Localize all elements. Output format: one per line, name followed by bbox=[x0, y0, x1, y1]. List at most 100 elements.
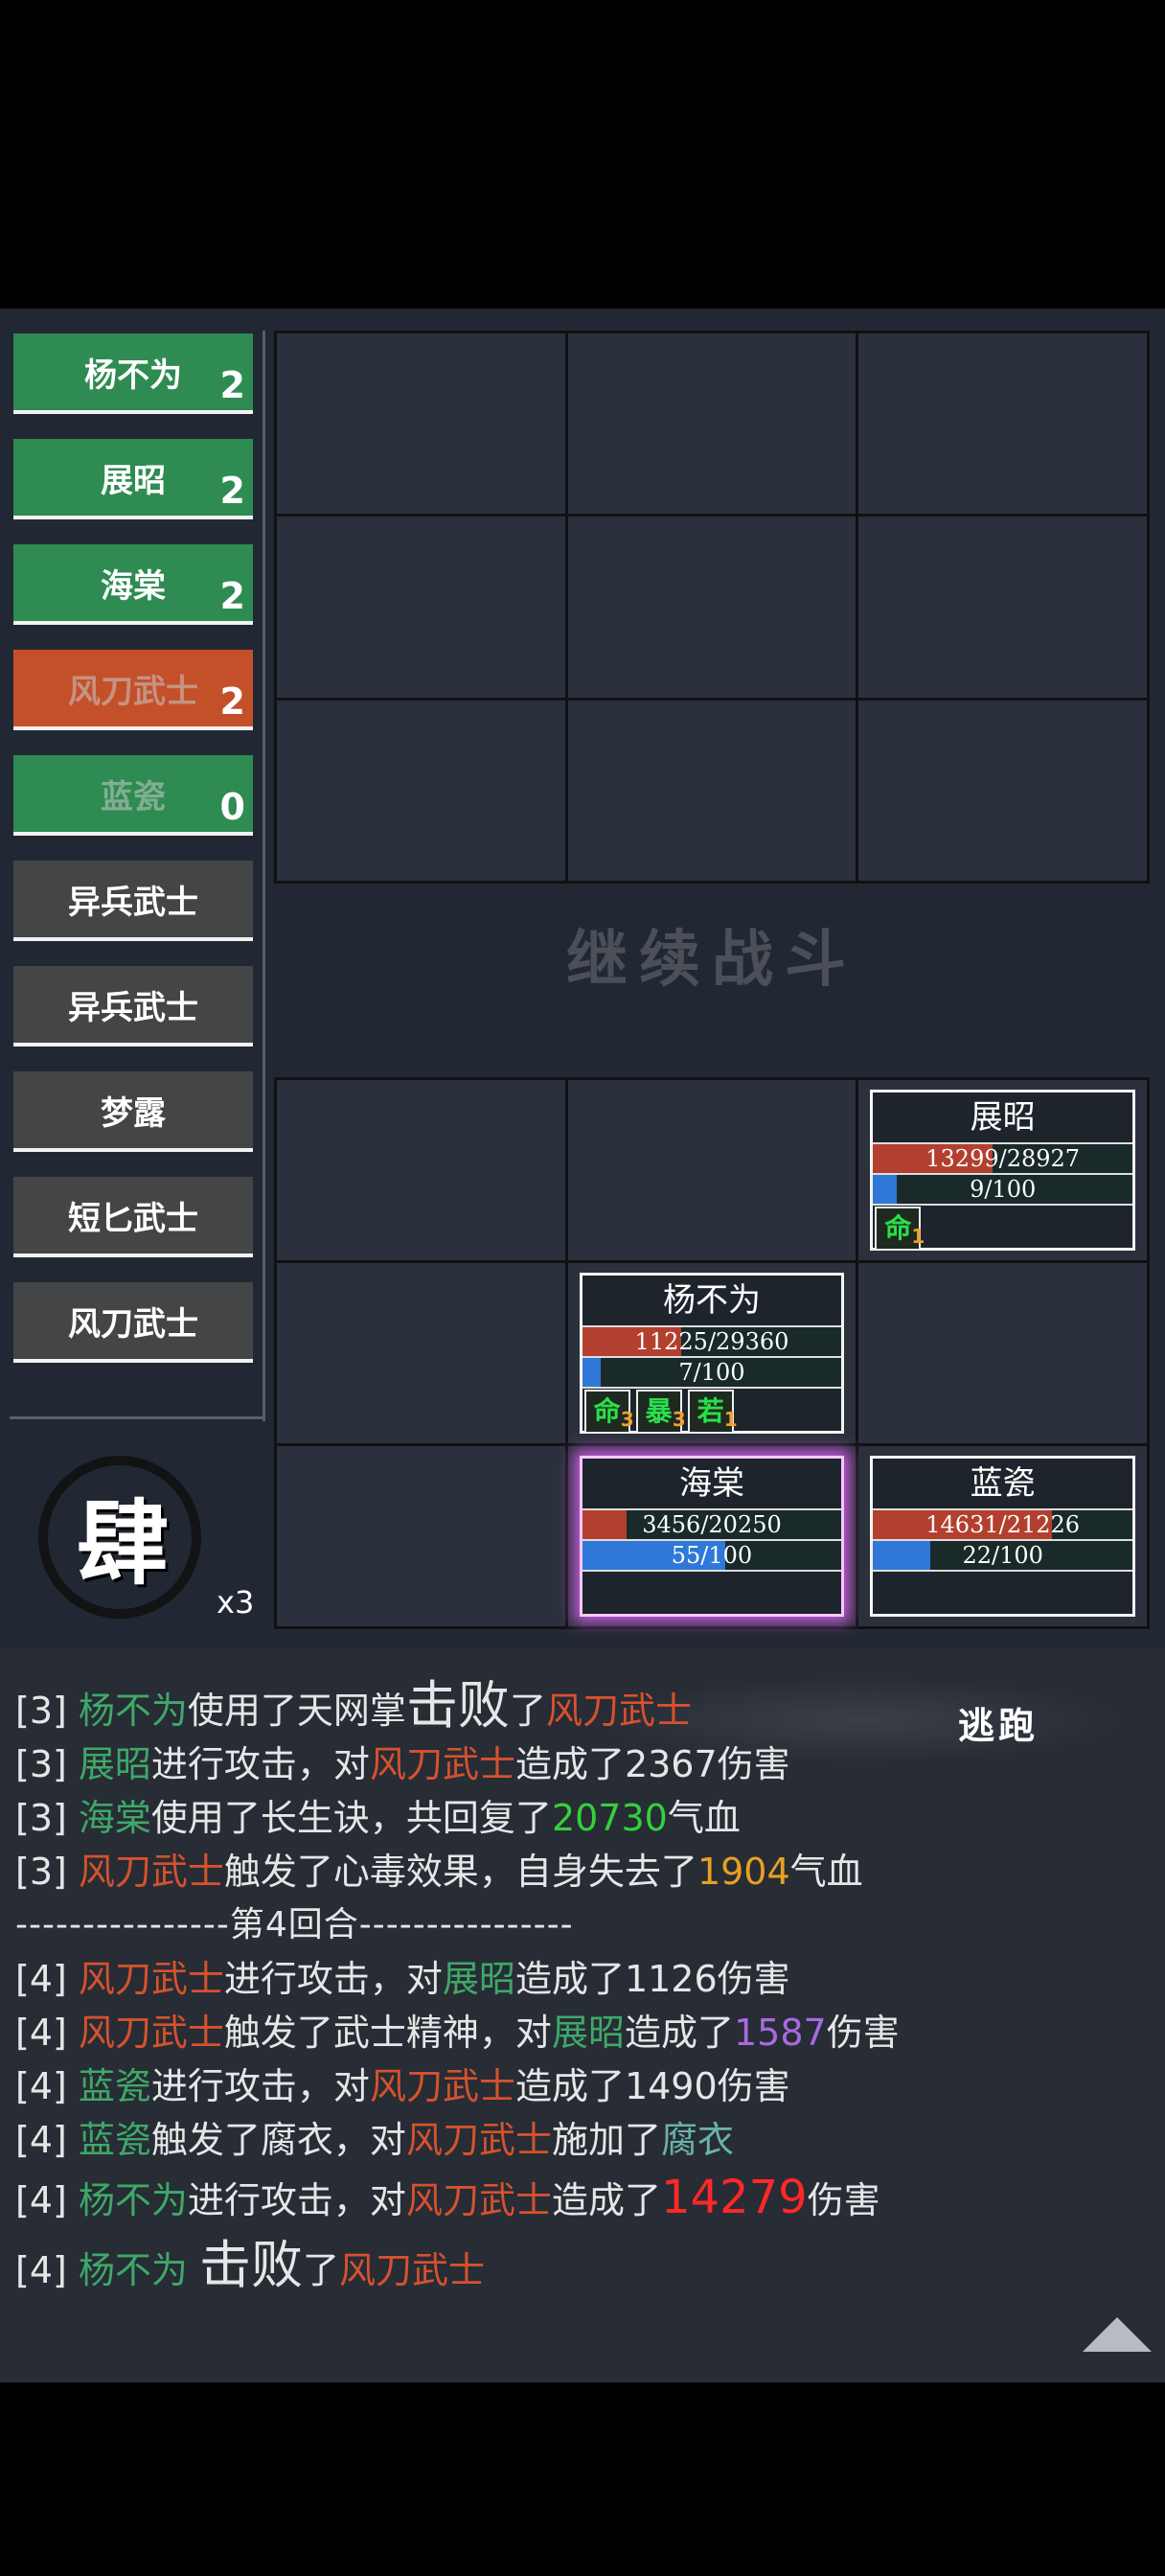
buff-icon[interactable]: 命3 bbox=[583, 1390, 634, 1434]
enemy-grid-cell[interactable] bbox=[277, 334, 565, 515]
log-segment: ----------------第4回合---------------- bbox=[15, 1905, 574, 1944]
log-segment: [4] bbox=[15, 2119, 79, 2161]
buff-stack: 3 bbox=[672, 1408, 686, 1431]
turn-order-item[interactable]: 异兵武士 bbox=[13, 966, 253, 1046]
turn-order-item[interactable]: 梦露 bbox=[13, 1071, 253, 1152]
ally-grid-cell[interactable] bbox=[277, 1263, 565, 1443]
log-segment: 进行攻击，对 bbox=[223, 1958, 443, 2000]
buff-row: 命1 bbox=[873, 1206, 1132, 1252]
log-line: [3] 海棠使用了长生诀，共回复了20730气血 bbox=[15, 1791, 1146, 1845]
turn-order-item[interactable]: 风刀武士 2 bbox=[13, 650, 253, 730]
log-segment: 触发了武士精神，对 bbox=[223, 2012, 552, 2054]
log-segment: [4] bbox=[15, 2012, 79, 2054]
log-segment: 使用了天网掌 bbox=[187, 1690, 406, 1732]
log-line: [4] 风刀武士触发了武士精神，对展昭造成了1587伤害 bbox=[15, 2006, 1146, 2059]
energy-bar: 22/100 bbox=[873, 1541, 1132, 1572]
log-segment: 进行攻击，对 bbox=[150, 1743, 370, 1785]
buff-label: 命 bbox=[593, 1395, 621, 1427]
turn-order-count: 0 bbox=[219, 786, 245, 828]
buff-stack: 3 bbox=[620, 1408, 634, 1431]
unit-card[interactable]: 杨不为 11225/29360 7/100 命 3 暴 3 若 1 bbox=[579, 1273, 845, 1435]
buff-icon[interactable]: 命1 bbox=[875, 1207, 925, 1251]
enemy-grid-cell[interactable] bbox=[858, 517, 1147, 698]
enemy-grid bbox=[274, 331, 1150, 884]
log-segment: 风刀武士 bbox=[369, 1743, 515, 1785]
turn-order-name: 异兵武士 bbox=[68, 883, 198, 922]
log-segment: 进行攻击，对 bbox=[150, 2065, 370, 2107]
buff-icon[interactable]: 暴3 bbox=[635, 1390, 686, 1434]
log-segment: 杨不为 bbox=[78, 1690, 188, 1732]
enemy-grid-cell[interactable] bbox=[277, 700, 565, 881]
log-segment: 造成了2367伤害 bbox=[514, 1743, 790, 1785]
enemy-grid-cell[interactable] bbox=[277, 517, 565, 698]
buff-row: 命3暴3若1 bbox=[582, 1389, 842, 1435]
log-segment: [4] bbox=[15, 2249, 79, 2291]
log-line: [3] 展昭进行攻击，对风刀武士造成了2367伤害 bbox=[15, 1737, 1146, 1791]
log-segment: [3] bbox=[15, 1690, 79, 1732]
health-text: 11225/29360 bbox=[634, 1328, 789, 1355]
enemy-grid-cell[interactable] bbox=[567, 700, 857, 881]
health-text: 13299/28927 bbox=[925, 1145, 1081, 1172]
log-segment: 风刀武士 bbox=[369, 2065, 515, 2107]
ally-grid-cell[interactable]: 海棠 3456/20250 55/100 bbox=[567, 1446, 857, 1626]
turn-order-name: 异兵武士 bbox=[68, 988, 198, 1027]
ally-grid-cell[interactable]: 杨不为 11225/29360 7/100 命 3 暴 3 若 1 bbox=[567, 1263, 857, 1443]
turn-order-name: 杨不为 bbox=[84, 356, 182, 395]
turn-order-name: 蓝瓷 bbox=[101, 777, 166, 816]
enemy-grid-cell[interactable] bbox=[858, 700, 1147, 881]
turn-order-item[interactable]: 风刀武士 bbox=[13, 1282, 253, 1363]
turn-order-name: 风刀武士 bbox=[68, 1304, 198, 1344]
buff-stack: 1 bbox=[911, 1225, 925, 1248]
ally-grid-cell[interactable] bbox=[277, 1446, 565, 1626]
turn-order-item[interactable]: 杨不为 2 bbox=[13, 334, 253, 414]
log-line: [4] 蓝瓷触发了腐衣，对风刀武士施加了腐衣 bbox=[15, 2113, 1146, 2167]
log-segment: 击败 bbox=[405, 1675, 510, 1736]
buff-icon[interactable]: 若1 bbox=[687, 1390, 738, 1434]
log-segment: 造成了 bbox=[551, 2179, 661, 2221]
log-line: [4] 蓝瓷进行攻击，对风刀武士造成了1490伤害 bbox=[15, 2059, 1146, 2113]
ally-grid-cell[interactable]: 展昭 13299/28927 9/100 命 1 bbox=[858, 1080, 1147, 1260]
turn-order-item[interactable]: 短匕武士 bbox=[13, 1177, 253, 1257]
ally-grid-cell[interactable] bbox=[858, 1263, 1147, 1443]
skill-badge[interactable]: 肆 x3 bbox=[15, 1433, 254, 1642]
turn-order-name: 风刀武士 bbox=[68, 672, 198, 711]
continue-battle-label[interactable]: 继续战斗 bbox=[274, 910, 1150, 999]
buff-stack: 1 bbox=[723, 1408, 738, 1431]
unit-card[interactable]: 展昭 13299/28927 9/100 命 1 bbox=[870, 1090, 1135, 1251]
buff-label: 暴 bbox=[645, 1395, 673, 1427]
ally-grid: 展昭 13299/28927 9/100 命 1 杨不为 11225/29360 7/100 命… bbox=[274, 1077, 1150, 1629]
turn-order-item[interactable]: 蓝瓷 0 bbox=[13, 755, 253, 836]
turn-order-count: 2 bbox=[219, 364, 245, 406]
log-segment: 杨不为 bbox=[78, 2179, 188, 2221]
log-segment: 蓝瓷 bbox=[78, 2119, 151, 2161]
log-segment: [3] bbox=[15, 1743, 79, 1785]
log-segment: 造成了1126伤害 bbox=[514, 1958, 790, 2000]
log-segment: 风刀武士 bbox=[405, 2119, 552, 2161]
scroll-up-icon[interactable] bbox=[1083, 2317, 1152, 2352]
log-segment: 风刀武士 bbox=[545, 1690, 692, 1732]
log-segment: 了 bbox=[509, 1690, 546, 1732]
enemy-grid-cell[interactable] bbox=[567, 334, 857, 515]
log-segment: [4] bbox=[15, 2065, 79, 2107]
log-segment: 造成了 bbox=[624, 2012, 734, 2054]
unit-card[interactable]: 蓝瓷 14631/21226 22/100 bbox=[870, 1456, 1135, 1617]
ally-grid-cell[interactable] bbox=[277, 1080, 565, 1260]
enemy-grid-cell[interactable] bbox=[858, 334, 1147, 515]
turn-order-item[interactable]: 展昭 2 bbox=[13, 439, 253, 519]
health-bar: 3456/20250 bbox=[582, 1510, 842, 1541]
turn-order-item[interactable]: 异兵武士 bbox=[13, 861, 253, 941]
log-segment: 展昭 bbox=[78, 1743, 151, 1785]
ally-grid-cell[interactable] bbox=[567, 1080, 857, 1260]
energy-bar: 7/100 bbox=[582, 1358, 842, 1389]
energy-bar: 9/100 bbox=[873, 1175, 1132, 1206]
unit-card[interactable]: 海棠 3456/20250 55/100 bbox=[579, 1456, 845, 1617]
turn-order-item[interactable]: 海棠 2 bbox=[13, 544, 253, 625]
energy-text: 9/100 bbox=[970, 1176, 1037, 1203]
turn-order-name: 梦露 bbox=[101, 1093, 166, 1133]
log-segment: 腐衣 bbox=[660, 2119, 734, 2161]
ally-grid-cell[interactable]: 蓝瓷 14631/21226 22/100 bbox=[858, 1446, 1147, 1626]
unit-name: 海棠 bbox=[582, 1459, 842, 1510]
log-segment: 风刀武士 bbox=[339, 2249, 486, 2291]
enemy-grid-cell[interactable] bbox=[567, 517, 857, 698]
energy-text: 7/100 bbox=[678, 1359, 745, 1386]
